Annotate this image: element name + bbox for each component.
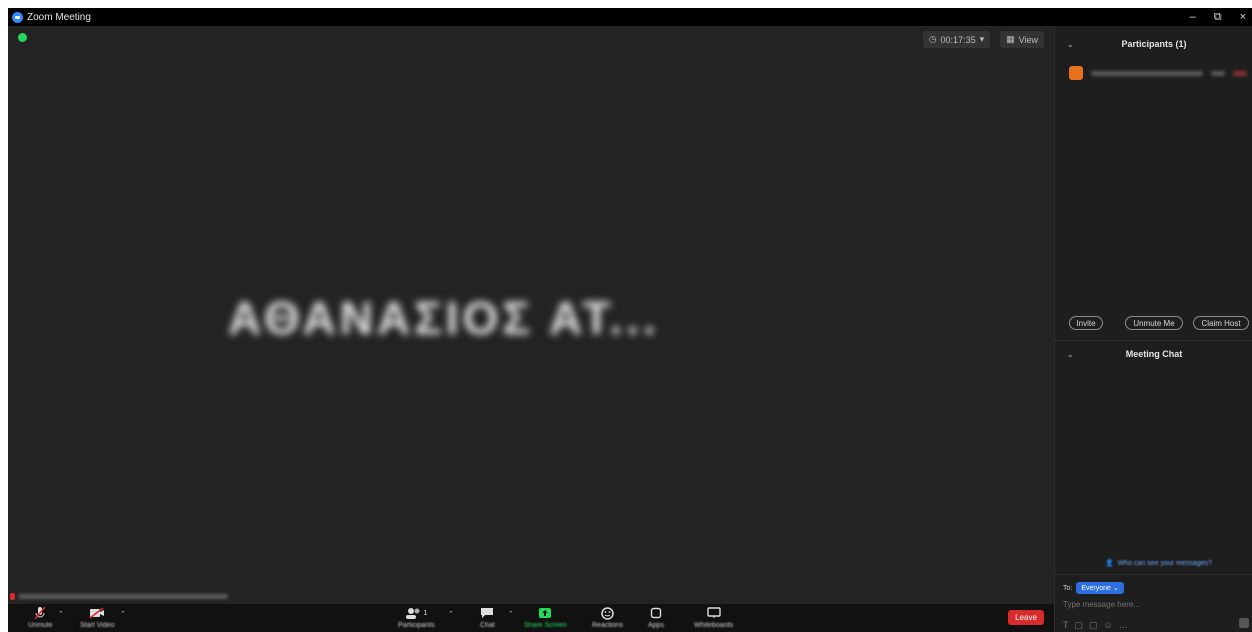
leave-button[interactable]: Leave (1008, 610, 1044, 625)
chat-button[interactable]: Chat (480, 606, 495, 629)
close-button[interactable]: × (1240, 11, 1246, 23)
meeting-toolbar: Unmute ⌃ Start Video ⌃ 1 Participants ⌃ … (8, 604, 1054, 632)
chevron-down-icon: ⌄ (1112, 585, 1119, 592)
chat-icon (480, 606, 494, 620)
view-label: View (1018, 34, 1038, 45)
start-video-button[interactable]: Start Video (80, 606, 115, 629)
unmute-me-button[interactable]: Unmute Me (1125, 316, 1183, 330)
clock-icon: ◷ (928, 34, 937, 44)
participant-status (1211, 70, 1225, 76)
to-label: To: (1063, 584, 1073, 592)
video-off-icon (89, 606, 105, 620)
participant-name (1091, 70, 1203, 76)
security-shield-icon[interactable] (18, 33, 27, 42)
side-panel: ⌄ Participants (1) Invite Unmute Me Clai… (1054, 26, 1252, 632)
collapse-chevron-icon[interactable]: ⌄ (1067, 350, 1074, 359)
name-tag (10, 593, 228, 600)
chat-toolbar: T ▢ ▢ ☺ … (1063, 620, 1128, 631)
share-screen-button[interactable]: Share Screen (524, 606, 567, 629)
person-icon: 👤 (1105, 560, 1114, 567)
video-stage: ◷ 00:17:35 ▾ ▦ View ΑΘΑΝΑΣΙΟΣ ΑΤ... (8, 26, 1054, 604)
share-screen-icon (538, 606, 552, 620)
whiteboards-button[interactable]: Whiteboards (694, 606, 733, 629)
participant-row[interactable] (1069, 66, 1249, 80)
format-text-icon[interactable]: T (1063, 620, 1069, 631)
window-title: Zoom Meeting (27, 11, 91, 23)
participants-count-badge: 1 (423, 609, 428, 617)
collapse-chevron-icon[interactable]: ⌄ (1067, 40, 1074, 49)
muted-mic-icon (34, 606, 46, 620)
apps-icon (650, 606, 662, 620)
participants-title: Participants (1) (1121, 39, 1187, 49)
panel-divider (1055, 340, 1252, 341)
recipient-row: To: Everyone ⌄ (1063, 582, 1124, 594)
audio-options-chevron-icon[interactable]: ⌃ (58, 610, 64, 618)
participants-chevron-icon[interactable]: ⌃ (448, 610, 454, 618)
chat-header: ⌄ Meeting Chat (1055, 344, 1252, 364)
chevron-down-icon: ▾ (979, 34, 985, 44)
participant-name-display: ΑΘΑΝΑΣΙΟΣ ΑΤ... (228, 292, 660, 344)
participants-button[interactable]: 1 Participants (398, 606, 435, 629)
unmute-button[interactable]: Unmute (28, 606, 53, 629)
timer-text: 00:17:35 (940, 34, 976, 45)
muted-mic-icon (10, 593, 15, 600)
zoom-window: Zoom Meeting – ⧉ × ◷ 00:17:35 ▾ ▦ View Α… (8, 8, 1252, 632)
participants-icon: 1 (405, 606, 427, 620)
who-can-see-link[interactable]: 👤 Who can see your messages? (1105, 559, 1212, 568)
title-bar: Zoom Meeting – ⧉ × (8, 8, 1252, 26)
apps-button[interactable]: Apps (648, 606, 664, 629)
reactions-icon (601, 606, 614, 620)
recipient-dropdown[interactable]: Everyone ⌄ (1076, 582, 1124, 594)
grid-icon: ▦ (1006, 34, 1015, 44)
view-button[interactable]: ▦ View (1000, 31, 1044, 48)
muted-status-icon (1233, 70, 1247, 76)
chat-title: Meeting Chat (1125, 349, 1183, 359)
whiteboard-icon (706, 606, 721, 620)
emoji-icon[interactable]: ☺ (1104, 620, 1113, 631)
claim-host-button[interactable]: Claim Host (1193, 316, 1249, 330)
file-icon[interactable]: ▢ (1089, 620, 1098, 631)
participants-header: ⌄ Participants (1) (1055, 34, 1252, 54)
restore-button[interactable]: ⧉ (1214, 11, 1222, 24)
invite-button[interactable]: Invite (1069, 316, 1103, 330)
name-tag-label (18, 594, 228, 599)
more-icon[interactable]: … (1119, 620, 1128, 631)
chat-divider (1055, 574, 1252, 575)
chat-message-input[interactable] (1063, 598, 1243, 610)
window-controls: – ⧉ × (1190, 8, 1246, 26)
stage-top-controls: ◷ 00:17:35 ▾ ▦ View (922, 31, 1044, 48)
video-options-chevron-icon[interactable]: ⌃ (120, 610, 126, 618)
send-icon[interactable] (1239, 618, 1249, 628)
minimize-button[interactable]: – (1190, 11, 1196, 23)
meeting-timer[interactable]: ◷ 00:17:35 ▾ (922, 31, 991, 48)
chat-chevron-icon[interactable]: ⌃ (508, 610, 514, 618)
avatar (1069, 66, 1083, 80)
screenshot-icon[interactable]: ▢ (1075, 620, 1084, 631)
zoom-logo-icon (12, 11, 23, 23)
reactions-button[interactable]: Reactions (592, 606, 623, 629)
